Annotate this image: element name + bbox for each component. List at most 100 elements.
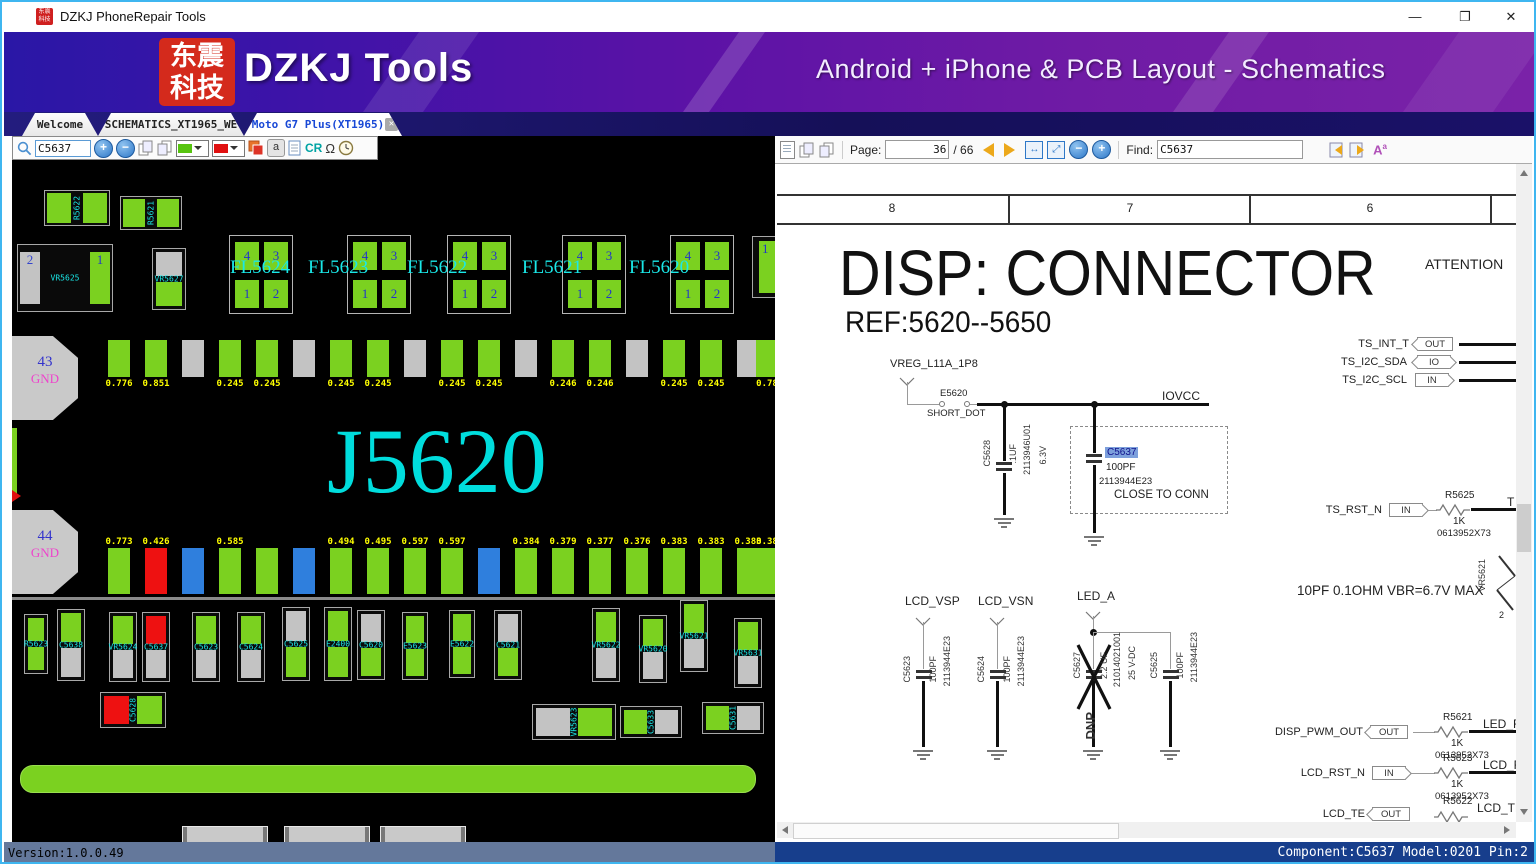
connector-pad[interactable]	[756, 548, 775, 594]
gnd-pad-43[interactable]: 43 GND	[12, 336, 78, 420]
scroll-left-icon[interactable]	[782, 826, 788, 834]
bottom-layer-color-picker[interactable]	[212, 139, 245, 157]
connector-pad[interactable]	[404, 548, 426, 594]
copy-page-icon[interactable]	[819, 142, 835, 158]
fit-width-icon[interactable]: ↔	[1025, 140, 1044, 159]
font-size-icon[interactable]: Aa	[1373, 142, 1387, 157]
connector-pad[interactable]	[367, 548, 389, 594]
page-icon[interactable]	[780, 140, 795, 159]
chevron-down-icon[interactable]	[230, 146, 238, 150]
page-number-input[interactable]	[885, 140, 950, 159]
connector-pad[interactable]	[626, 548, 648, 594]
pcb-canvas[interactable]: 2 1 VR5625 VR5627 1 43 GND 44 GND J5620 …	[12, 160, 775, 842]
component-c5625[interactable]: C5625	[282, 607, 310, 681]
component-vr5627[interactable]: VR5627	[152, 248, 186, 310]
component-vr5621[interactable]: VR5621	[680, 600, 708, 672]
connector-pad[interactable]	[145, 340, 167, 377]
component-c5638[interactable]: C5638	[57, 609, 85, 681]
connector-pad[interactable]	[441, 548, 463, 594]
component-c5621[interactable]: C5621	[494, 610, 522, 680]
connector-pad[interactable]	[552, 340, 574, 377]
component-c5631[interactable]: C5631	[702, 702, 764, 734]
component-c5633[interactable]: C5633	[620, 706, 682, 738]
connector-pad[interactable]	[552, 548, 574, 594]
tab-schematics[interactable]: SCHEMATICS_XT1965_WE	[98, 113, 244, 136]
scroll-down-icon[interactable]	[1520, 809, 1528, 815]
tab-welcome[interactable]: Welcome	[22, 113, 98, 136]
zoom-out-button[interactable]: −	[1069, 140, 1089, 159]
connector-pad[interactable]	[441, 340, 463, 377]
scrollbar-thumb[interactable]	[1517, 504, 1531, 552]
prev-page-icon[interactable]	[983, 142, 995, 157]
component-vr5620[interactable]: VR5620	[639, 615, 667, 683]
connector-pad[interactable]	[515, 548, 537, 594]
connector-pad[interactable]	[293, 548, 315, 594]
component-edge-partial[interactable]: 1	[752, 236, 775, 298]
component-c5620[interactable]: C5620	[357, 610, 385, 680]
connector-pad[interactable]	[478, 340, 500, 377]
chevron-down-icon[interactable]	[194, 146, 202, 150]
scroll-up-icon[interactable]	[1520, 170, 1528, 176]
component-c5623[interactable]: C5623	[192, 612, 220, 682]
maximize-button[interactable]: ❐	[1450, 6, 1480, 28]
scrollbar-thumb[interactable]	[793, 823, 1119, 839]
tab-close-icon[interactable]: ✕	[385, 118, 398, 131]
history-clock-icon[interactable]	[338, 140, 354, 156]
scroll-right-icon[interactable]	[1504, 826, 1510, 834]
component-c5628[interactable]: C5628	[100, 692, 166, 728]
connector-pad[interactable]	[145, 548, 167, 594]
component-e5623[interactable]: E5623	[402, 612, 428, 680]
component-c5637[interactable]: C5637	[142, 612, 170, 682]
connector-pad[interactable]	[219, 340, 241, 377]
connector-pad[interactable]	[589, 548, 611, 594]
cap-ref-highlighted[interactable]: C5637	[1105, 447, 1139, 458]
find-previous-icon[interactable]	[1325, 142, 1343, 158]
component-r5623[interactable]: R5623	[24, 614, 48, 674]
document-icon[interactable]	[288, 140, 302, 156]
connector-pad[interactable]	[367, 340, 389, 377]
copy-page-icon[interactable]	[799, 142, 815, 158]
layers-icon[interactable]	[248, 140, 264, 156]
pcb-search-input[interactable]	[35, 139, 91, 157]
find-next-icon[interactable]	[1349, 142, 1367, 158]
connector-pad[interactable]	[756, 340, 775, 377]
connector-pad[interactable]	[589, 340, 611, 377]
schematic-page[interactable]: 8 7 6 DISP: CONNECTOR REF:5620--5650 ATT…	[777, 164, 1517, 822]
connector-pad[interactable]	[182, 548, 204, 594]
component-e2400[interactable]: E2400	[324, 607, 352, 681]
component-e5622[interactable]: E5622	[449, 610, 475, 678]
component-vr5631[interactable]: VR5631	[734, 618, 762, 688]
component-vr5625[interactable]: 2 1 VR5625	[17, 244, 113, 312]
connector-pad[interactable]	[108, 548, 130, 594]
minimize-button[interactable]: —	[1400, 6, 1430, 28]
zoom-in-button[interactable]: +	[1092, 140, 1112, 159]
zoom-out-button[interactable]: −	[116, 138, 135, 158]
connector-pad[interactable]	[700, 548, 722, 594]
connector-pad[interactable]	[256, 340, 278, 377]
top-layer-color-picker[interactable]	[176, 139, 209, 157]
component-r5622[interactable]: R5622	[44, 190, 110, 226]
horizontal-scrollbar[interactable]	[777, 822, 1516, 839]
component-vr5623[interactable]: VR5623	[532, 704, 616, 740]
connector-pad[interactable]	[330, 548, 352, 594]
resistance-tool-icon[interactable]: Ω	[325, 141, 335, 156]
connector-pad[interactable]	[663, 548, 685, 594]
zoom-in-button[interactable]: +	[94, 138, 113, 158]
connector-pad[interactable]	[256, 548, 278, 594]
label-toggle-icon[interactable]: a	[267, 139, 285, 157]
close-button[interactable]: ✕	[1496, 6, 1526, 28]
connector-pad[interactable]	[293, 340, 315, 377]
component-c5624[interactable]: C5624	[237, 612, 265, 682]
connector-pad[interactable]	[219, 548, 241, 594]
connector-pad[interactable]	[108, 340, 130, 377]
component-r5621[interactable]: R5621	[120, 196, 182, 230]
connector-pad[interactable]	[663, 340, 685, 377]
copy-bottom-icon[interactable]	[157, 140, 173, 156]
connector-pad[interactable]	[700, 340, 722, 377]
connector-pad[interactable]	[182, 340, 204, 377]
next-page-icon[interactable]	[1004, 142, 1016, 157]
component-vr5624[interactable]: VR5624	[109, 612, 137, 682]
connector-pad[interactable]	[478, 548, 500, 594]
copy-top-icon[interactable]	[138, 140, 154, 156]
cr-tool-button[interactable]: CR	[305, 141, 322, 155]
